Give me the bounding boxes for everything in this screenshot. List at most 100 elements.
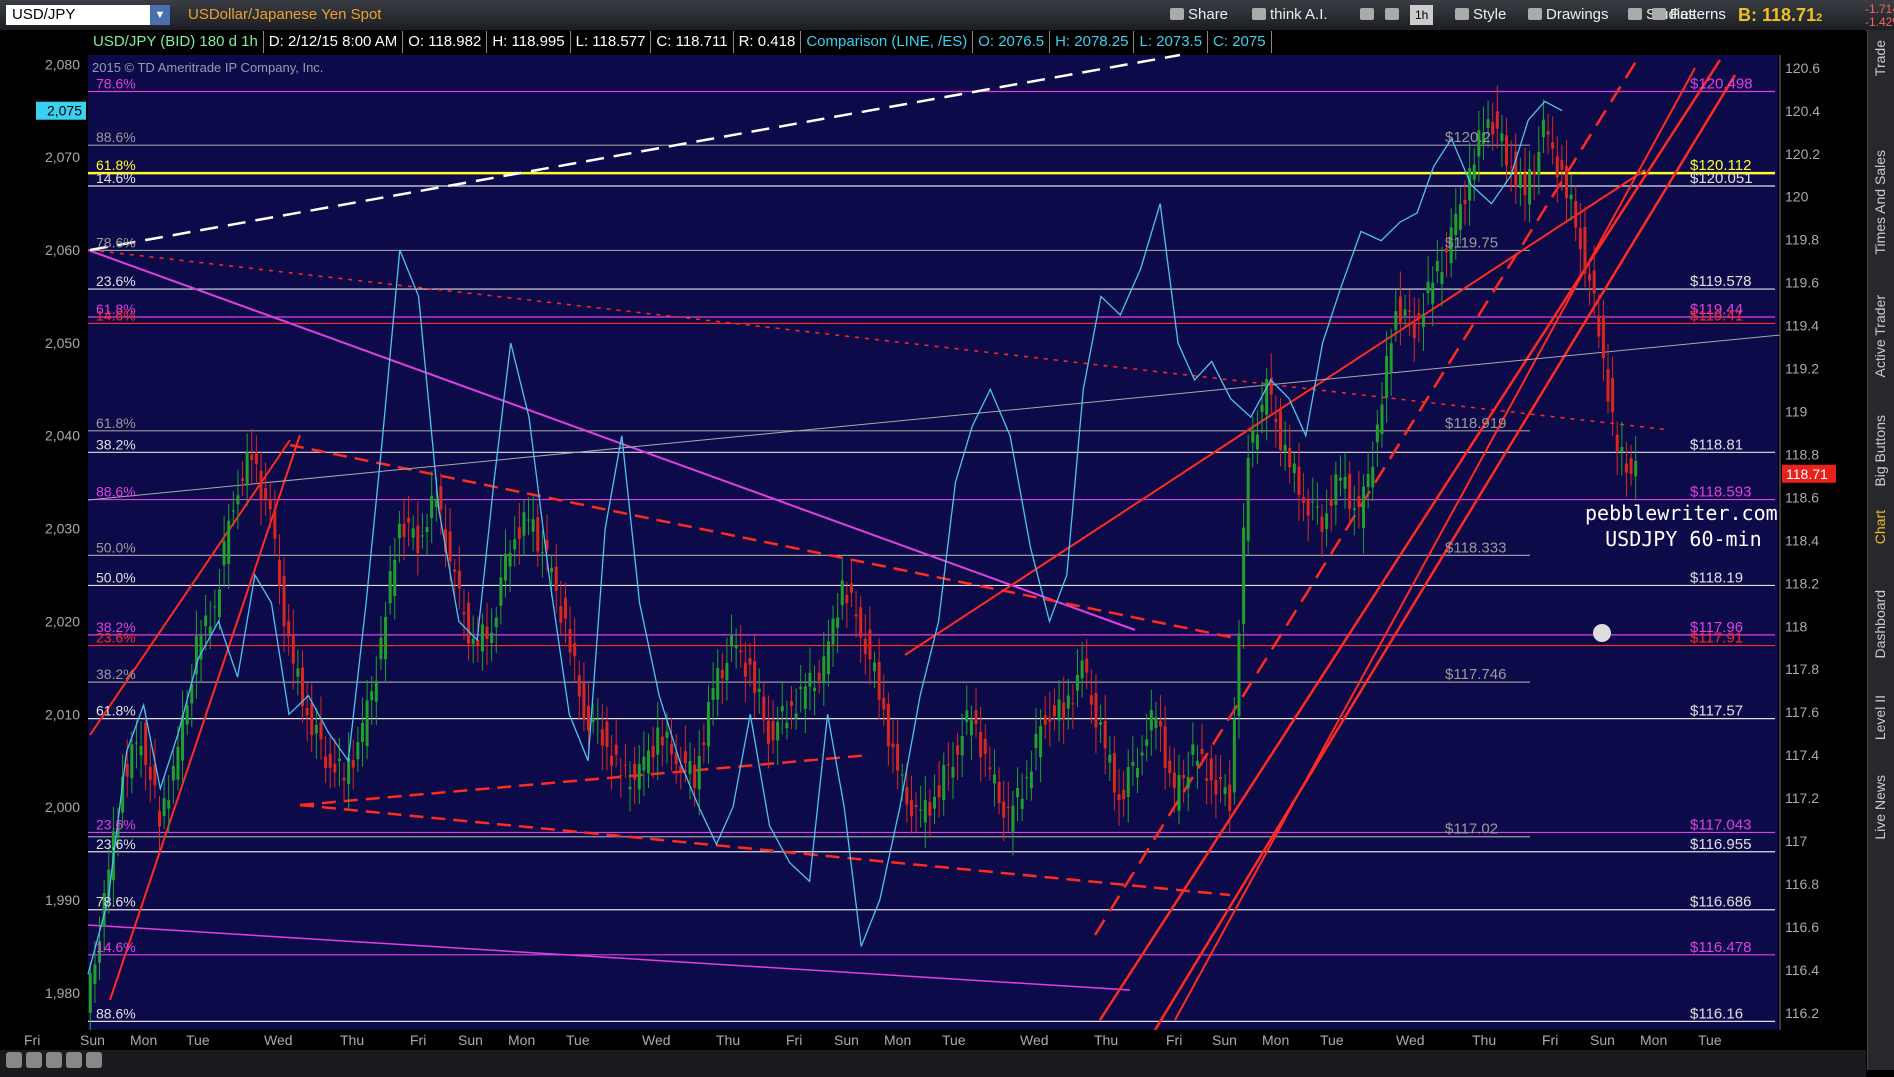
bid-sub: 2 — [1816, 12, 1823, 24]
right-tick-label: 117.6 — [1785, 704, 1819, 720]
candle-body — [1398, 296, 1402, 323]
candle-body — [490, 632, 494, 643]
candle-body — [776, 721, 780, 741]
zoom-in-icon[interactable] — [6, 1052, 22, 1068]
level-pct-label: 38.2% — [96, 666, 136, 682]
right-tick-label: 116.2 — [1785, 1005, 1819, 1021]
pan-icon[interactable] — [46, 1052, 62, 1068]
candle-body — [1089, 695, 1093, 705]
sidebar-tab-chart[interactable]: Chart — [1872, 510, 1888, 544]
right-tick-label: 116.4 — [1785, 962, 1819, 978]
candle-body — [527, 519, 531, 521]
candle-body — [822, 656, 826, 684]
candle-body — [1574, 201, 1578, 228]
think-ai-label: think A.I. — [1270, 6, 1328, 23]
candle-body — [471, 638, 475, 645]
candle-body — [591, 718, 595, 723]
candle-body — [965, 710, 969, 722]
sidebar-tab-times-and-sales[interactable]: Times And Sales — [1872, 150, 1888, 255]
candle-body — [1159, 720, 1163, 727]
candle-body — [1371, 466, 1375, 488]
info-high: H: 118.995 — [487, 31, 571, 53]
right-tick-label: 117.2 — [1785, 790, 1819, 806]
current-es-tag: 2,075 — [47, 103, 82, 119]
zoom-out-icon[interactable] — [26, 1052, 42, 1068]
wrench-icon — [1385, 8, 1399, 20]
info-comparison: Comparison (LINE, /ES) — [801, 31, 974, 53]
candle-body — [453, 569, 457, 572]
left-tick-label: 2,030 — [45, 521, 80, 537]
candle-body — [291, 634, 295, 664]
candle-body — [1094, 692, 1098, 728]
sidebar-tab-trade[interactable]: Trade — [1872, 40, 1888, 76]
left-tick-label: 2,070 — [45, 149, 80, 165]
sidebar-tab-live-news[interactable]: Live News — [1872, 775, 1888, 840]
sidebar-tab-active-trader[interactable]: Active Trader — [1872, 295, 1888, 377]
symbol-input[interactable]: USD/JPY — [6, 5, 170, 25]
copyright-text: 2015 © TD Ameritrade IP Company, Inc. — [92, 60, 324, 75]
candle-body — [637, 763, 641, 790]
candle-body — [706, 701, 710, 747]
candle-body — [148, 766, 152, 781]
level-price-label: $120.051 — [1690, 170, 1753, 187]
level-price-label: $119.578 — [1690, 273, 1751, 290]
patterns-button[interactable]: Patterns — [1652, 5, 1726, 25]
candle-body — [1255, 434, 1259, 450]
sidebar-tab-level-ii[interactable]: Level II — [1872, 695, 1888, 740]
candle-body — [1016, 787, 1020, 798]
candle-body — [1403, 309, 1407, 316]
candle-body — [1292, 463, 1296, 474]
level-price-label: $118.919 — [1445, 415, 1506, 432]
candle-body — [1523, 173, 1527, 196]
reset-icon[interactable] — [66, 1052, 82, 1068]
right-tick-label: 119.6 — [1785, 275, 1819, 291]
candle-body — [333, 763, 337, 773]
candle-body — [1140, 752, 1144, 756]
candle-body — [1329, 499, 1333, 506]
candle-body — [891, 743, 895, 748]
crosshair-button[interactable] — [1360, 5, 1378, 25]
interval-button[interactable]: 1h — [1410, 5, 1434, 25]
sidebar-tab-big-buttons[interactable]: Big Buttons — [1872, 415, 1888, 487]
level-price-label: $117.746 — [1445, 666, 1506, 683]
candle-body — [743, 662, 747, 677]
candle-body — [748, 658, 752, 665]
sidebar-tab-dashboard[interactable]: Dashboard — [1872, 590, 1888, 659]
candle-body — [550, 567, 554, 573]
info-cmp-high: H: 2078.25 — [1050, 31, 1135, 53]
candle-body — [254, 452, 258, 464]
bottom-bar — [0, 1050, 1866, 1077]
candle-body — [1597, 315, 1601, 337]
think-ai-button[interactable]: think A.I. — [1252, 5, 1328, 25]
left-tick-label: 2,010 — [45, 706, 80, 722]
candle-body — [1237, 633, 1241, 717]
bid-quote: B: 118.712 — [1738, 5, 1822, 26]
candle-body — [130, 744, 134, 779]
share-button[interactable]: Share — [1170, 5, 1228, 25]
candle-body — [439, 486, 443, 510]
candle-body — [960, 736, 964, 756]
chevron-down-icon[interactable]: ▼ — [150, 5, 170, 25]
right-tick-label: 118.8 — [1785, 446, 1819, 462]
settings-button[interactable] — [1385, 5, 1403, 25]
right-tick-label: 120.6 — [1785, 60, 1820, 76]
right-tick-label: 119.4 — [1785, 318, 1819, 334]
time-tick-label: Sun — [1212, 1032, 1237, 1048]
time-tick-label: Fri — [1542, 1032, 1558, 1048]
candle-body — [1385, 355, 1389, 398]
style-button[interactable]: Style — [1455, 5, 1506, 25]
level-price-label: $120.2 — [1445, 129, 1491, 146]
drawings-button[interactable]: Drawings — [1528, 5, 1609, 25]
candle-body — [683, 751, 687, 764]
candle-body — [1020, 798, 1024, 809]
style-icon — [1455, 8, 1469, 20]
candle-body — [559, 606, 563, 623]
candle-body — [725, 662, 729, 681]
expand-icon[interactable] — [86, 1052, 102, 1068]
candle-body — [951, 767, 955, 778]
right-sidebar: Trade Times And Sales Active Trader Big But… — [1867, 30, 1894, 1070]
candle-body — [485, 626, 489, 640]
candle-body — [587, 705, 591, 731]
candle-body — [379, 637, 383, 660]
top-toolbar: USD/JPY ▼ USDollar/Japanese Yen Spot Sha… — [0, 0, 1894, 31]
